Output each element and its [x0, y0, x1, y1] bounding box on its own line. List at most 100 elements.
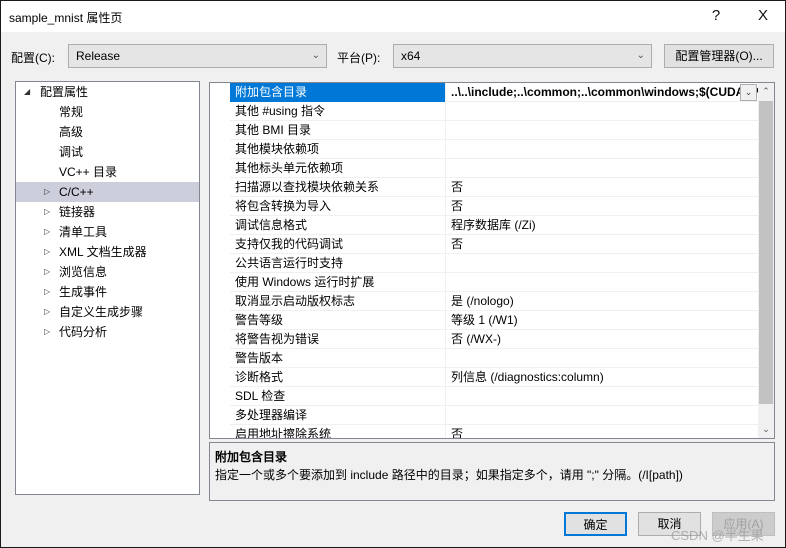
property-name: SDL 检查 [230, 387, 446, 406]
tree-item-label: 配置属性 [40, 85, 89, 99]
property-value[interactable]: ..\..\include;..\common;..\common\window… [447, 83, 758, 102]
property-value[interactable] [447, 349, 758, 368]
tree-item[interactable]: ▷ 代码分析 [16, 322, 199, 342]
collapsed-arrow-icon[interactable]: ▷ [44, 322, 50, 342]
tree-item-label: VC++ 目录 [59, 165, 118, 179]
tree-item[interactable]: ▷ 浏览信息 [16, 262, 199, 282]
property-value[interactable] [447, 121, 758, 140]
description-text: 指定一个或多个要添加到 include 路径中的目录；如果指定多个，请用 ";"… [215, 468, 683, 482]
collapsed-arrow-icon[interactable]: ▷ [44, 302, 50, 322]
property-row[interactable]: 其他标头单元依赖项 [230, 159, 758, 178]
collapsed-arrow-icon[interactable]: ▷ [44, 282, 50, 302]
property-value[interactable]: 程序数据库 (/Zi) [447, 216, 758, 235]
tree-item-label: 清单工具 [59, 225, 108, 239]
property-row[interactable]: 警告版本 [230, 349, 758, 368]
collapsed-arrow-icon[interactable]: ▷ [44, 182, 50, 202]
property-row[interactable]: 支持仅我的代码调试否 [230, 235, 758, 254]
close-button[interactable]: X [748, 5, 778, 27]
description-title: 附加包含目录 [215, 450, 288, 464]
platform-label: 平台(P): [337, 51, 381, 65]
config-label: 配置(C): [11, 51, 55, 65]
property-row[interactable]: 调试信息格式 程序数据库 (/Zi) [230, 216, 758, 235]
property-name: 其他标头单元依赖项 [230, 159, 446, 178]
ok-button[interactable]: 确定 [564, 512, 627, 536]
property-value[interactable] [447, 254, 758, 273]
property-row[interactable]: 使用 Windows 运行时扩展 [230, 273, 758, 292]
property-row[interactable]: 其他模块依赖项 [230, 140, 758, 159]
tree-item[interactable]: ◢ 配置属性 [16, 82, 199, 102]
vertical-scrollbar[interactable]: ⌃ ⌄ [758, 83, 774, 438]
tree-item[interactable]: 调试 [16, 142, 199, 162]
property-row[interactable]: 诊断格式 列信息 (/diagnostics:column) [230, 368, 758, 387]
collapsed-arrow-icon[interactable]: ▷ [44, 202, 50, 222]
expanded-arrow-icon[interactable]: ◢ [24, 82, 30, 102]
property-row[interactable]: 附加包含目录 ..\..\include;..\common;..\common\… [230, 83, 758, 102]
scroll-up-icon[interactable]: ⌃ [758, 83, 774, 100]
property-name: 公共语言运行时支持 [230, 254, 446, 273]
property-value[interactable]: 列信息 (/diagnostics:column) [447, 368, 758, 387]
chevron-down-icon[interactable]: ⌄ [740, 84, 757, 101]
property-name: 其他模块依赖项 [230, 140, 446, 159]
help-button[interactable]: ? [701, 5, 731, 27]
property-value[interactable]: 否 [447, 197, 758, 216]
property-grid: 附加包含目录 ..\..\include;..\common;..\common\… [209, 82, 775, 439]
property-value[interactable] [447, 387, 758, 406]
property-row[interactable]: 将包含转换为导入否 [230, 197, 758, 216]
scroll-thumb[interactable] [759, 101, 773, 404]
property-row[interactable]: 扫描源以查找模块依赖关系否 [230, 178, 758, 197]
tree-item[interactable]: ▷ C/C++ [16, 182, 199, 202]
property-value[interactable] [447, 140, 758, 159]
property-row[interactable]: 启用地址擦除系统否 [230, 425, 758, 438]
properties-dialog: sample_mnist 属性页 ? X 配置(C): Release ⌄ 平台… [0, 0, 786, 548]
property-row[interactable]: 警告等级 等级 1 (/W1) [230, 311, 758, 330]
tree-item[interactable]: ▷ 链接器 [16, 202, 199, 222]
property-value[interactable] [447, 159, 758, 178]
tree-item-label: 浏览信息 [59, 265, 108, 279]
scroll-down-icon[interactable]: ⌄ [758, 421, 774, 438]
tree-item-label: 生成事件 [59, 285, 108, 299]
property-name: 支持仅我的代码调试 [230, 235, 446, 254]
tree-item[interactable]: ▷ 生成事件 [16, 282, 199, 302]
tree-item[interactable]: ▷ XML 文档生成器 [16, 242, 199, 262]
property-row[interactable]: 多处理器编译 [230, 406, 758, 425]
tree-item-label: 高级 [59, 125, 84, 139]
collapsed-arrow-icon[interactable]: ▷ [44, 222, 50, 242]
description-panel: 附加包含目录 指定一个或多个要添加到 include 路径中的目录；如果指定多个… [209, 442, 775, 501]
config-select[interactable]: Release ⌄ [68, 44, 327, 68]
property-name: 调试信息格式 [230, 216, 446, 235]
property-row[interactable]: SDL 检查 [230, 387, 758, 406]
property-name: 扫描源以查找模块依赖关系 [230, 178, 446, 197]
property-name: 警告版本 [230, 349, 446, 368]
property-value[interactable] [447, 273, 758, 292]
tree-item-label: 链接器 [59, 205, 96, 219]
config-manager-button[interactable]: 配置管理器(O)... [664, 44, 774, 68]
property-value[interactable]: 否 [447, 425, 758, 438]
property-value[interactable]: 否 (/WX-) [447, 330, 758, 349]
property-value[interactable]: 是 (/nologo) [447, 292, 758, 311]
property-value[interactable] [447, 406, 758, 425]
collapsed-arrow-icon[interactable]: ▷ [44, 242, 50, 262]
tree-item[interactable]: 常规 [16, 102, 199, 122]
property-row[interactable]: 将警告视为错误否 (/WX-) [230, 330, 758, 349]
tree-item-label: C/C++ [59, 185, 94, 199]
property-name: 附加包含目录 [230, 83, 446, 102]
collapsed-arrow-icon[interactable]: ▷ [44, 262, 50, 282]
property-value[interactable] [447, 102, 758, 121]
tree-item[interactable]: 高级 [16, 122, 199, 142]
property-row[interactable]: 公共语言运行时支持 [230, 254, 758, 273]
tree-item-label: 调试 [59, 145, 84, 159]
tree-item[interactable]: VC++ 目录 [16, 162, 199, 182]
property-tree: ◢ 配置属性常规高级调试 VC++ 目录 ▷ C/C++ ▷ 链接器 ▷ 清单工具 ▷ XML 文档… [15, 81, 200, 495]
property-value[interactable]: 等级 1 (/W1) [447, 311, 758, 330]
property-value[interactable]: 否 [447, 235, 758, 254]
property-value[interactable]: 否 [447, 178, 758, 197]
chevron-down-icon: ⌄ [311, 50, 320, 61]
property-row[interactable]: 其他 BMI 目录 [230, 121, 758, 140]
property-name: 其他 #using 指令 [230, 102, 446, 121]
property-row[interactable]: 取消显示启动版权标志是 (/nologo) [230, 292, 758, 311]
property-row[interactable]: 其他 #using 指令 [230, 102, 758, 121]
tree-item[interactable]: ▷ 清单工具 [16, 222, 199, 242]
tree-item-label: XML 文档生成器 [59, 245, 147, 259]
platform-select[interactable]: x64 ⌄ [393, 44, 652, 68]
tree-item[interactable]: ▷ 自定义生成步骤 [16, 302, 199, 322]
